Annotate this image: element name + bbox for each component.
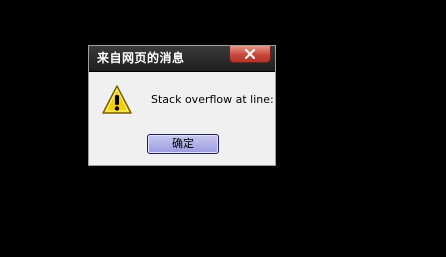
close-icon (245, 49, 255, 59)
ok-button-label: 确定 (172, 137, 194, 150)
dialog-title: 来自网页的消息 (97, 51, 185, 65)
dialog-body: Stack overflow at line: 0 确定 (89, 72, 284, 165)
desktop-background: 来自网页的消息 Stack overflow at line: 0 确定 (0, 0, 446, 257)
close-button[interactable] (229, 46, 271, 63)
alert-dialog: 来自网页的消息 Stack overflow at line: 0 确定 (88, 45, 284, 166)
ok-button[interactable]: 确定 (147, 134, 219, 154)
dialog-message: Stack overflow at line: 0 (151, 93, 285, 106)
warning-icon (102, 85, 132, 114)
dialog-titlebar[interactable]: 来自网页的消息 (89, 46, 275, 72)
